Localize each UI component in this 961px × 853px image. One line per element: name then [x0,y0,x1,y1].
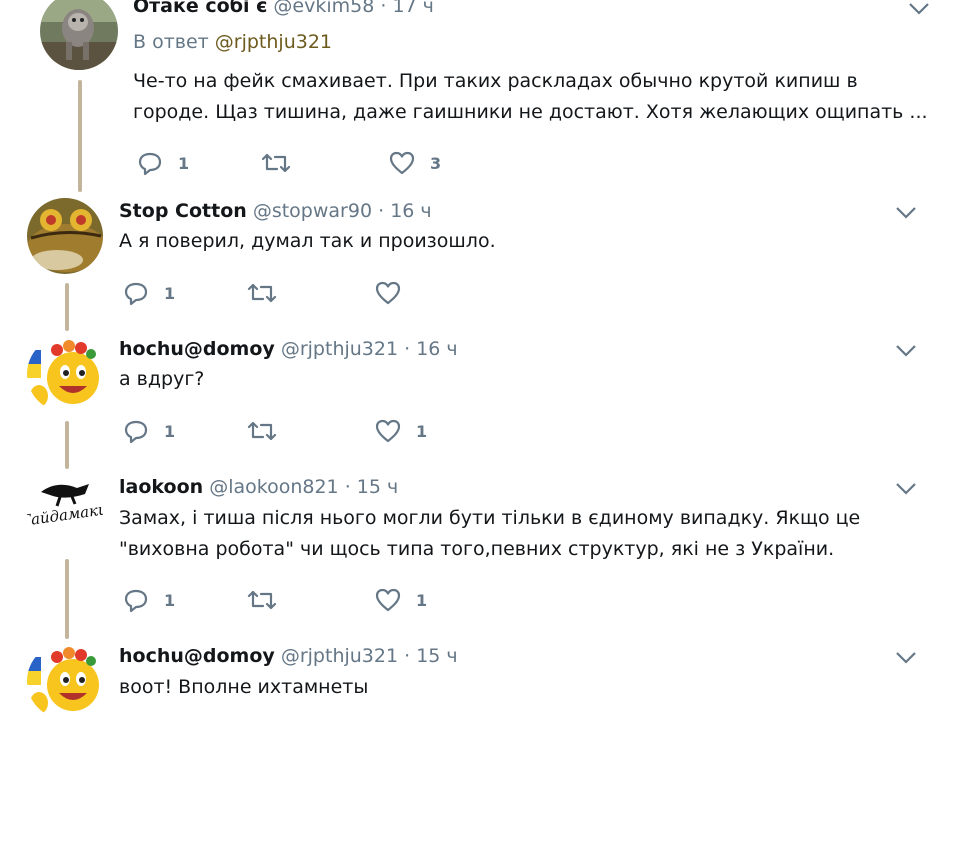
retweet-icon [247,421,277,441]
avatar[interactable] [27,643,103,719]
user-handle[interactable]: @laokoon821 [209,476,338,498]
like-button[interactable]: 1 [374,416,427,446]
like-count: 3 [430,153,442,173]
like-button[interactable] [374,278,402,308]
tweet-text: А я поверил, думал так и произошло. [119,226,496,257]
avatar[interactable]: Гайдамаки [27,474,103,550]
tweet-header: laokoon @laokoon821 · 15 ч [119,476,398,498]
tweet-text: а вдруг? [119,364,204,395]
tweet-header: Отаке собі є @evkim58 · 17 ч [133,0,434,17]
tweet-actions: 1 1 [122,416,522,446]
display-name[interactable]: hochu@domoy [119,338,275,360]
avatar[interactable] [27,336,103,412]
smiley-flag-avatar-icon [27,336,103,412]
heart-icon [375,419,401,443]
tweet-actions: 1 [122,278,522,308]
tweet-text: Замах, і тиша після нього могли бути тіл… [119,503,860,565]
heart-icon [375,281,401,305]
chevron-down-icon[interactable] [895,344,917,358]
reply-button[interactable]: 1 [122,278,175,308]
chevron-down-icon[interactable] [895,482,917,496]
timestamp[interactable]: 16 ч [416,338,457,360]
reply-icon [124,420,148,444]
separator: · [404,645,411,667]
tweet-text: Че-то на фейк смахивает. При таких раскл… [133,66,928,128]
like-button[interactable]: 1 [374,585,427,615]
reply-icon [124,589,148,613]
dog-photo-avatar-icon [40,0,118,70]
thread-line [78,80,82,192]
tweet-text-line: городе. Щаз тишина, даже гаишники не дос… [133,101,928,123]
heart-icon [375,588,401,612]
smiley-flag-avatar-icon [27,643,103,719]
chevron-down-icon[interactable] [895,651,917,665]
reply-icon [138,152,162,176]
reply-handle-link[interactable]: @rjpthju321 [215,31,332,53]
retweet-button[interactable] [260,148,292,178]
display-name[interactable]: hochu@domoy [119,645,275,667]
timestamp[interactable]: 17 ч [392,0,433,17]
display-name[interactable]: Stop Cotton [119,200,247,222]
reply-count: 1 [164,421,176,441]
reply-icon [124,282,148,306]
reply-context: В ответ @rjpthju321 [133,31,332,53]
tweet-text-line: А я поверил, думал так и произошло. [119,230,496,252]
tweet-text-line: а вдруг? [119,368,205,390]
like-count: 1 [416,421,428,441]
tweet-text: воот! Вполне ихтамнеты [119,672,368,703]
chevron-down-icon[interactable] [895,206,917,220]
tweet-text-line: воот! Вполне ихтамнеты [119,676,369,698]
user-handle[interactable]: @rjpthju321 [281,338,398,360]
tweet-actions: 1 1 [122,585,522,615]
reply-button[interactable]: 1 [122,585,175,615]
retweet-icon [247,590,277,610]
reply-button[interactable]: 1 [122,416,175,446]
reply-count: 1 [164,283,176,303]
tweet-header: Stop Cotton @stopwar90 · 16 ч [119,200,432,222]
thread-line [65,559,69,639]
tweet-text-line: Че-то на фейк смахивает. При таких раскл… [133,70,858,92]
timestamp[interactable]: 15 ч [416,645,457,667]
tweet-header: hochu@domoy @rjpthju321 · 16 ч [119,338,458,360]
retweet-button[interactable] [246,416,278,446]
separator: · [380,0,387,17]
reply-button[interactable]: 1 [136,148,189,178]
tweet-text-line: "виховна робота" чи щось типа того,певни… [119,538,835,560]
like-count: 1 [416,590,428,610]
gaydamaki-logo-avatar-icon: Гайдамаки [27,474,103,550]
separator: · [344,476,351,498]
reply-count: 1 [164,590,176,610]
chevron-down-icon[interactable] [908,2,930,16]
reply-label: В ответ [133,31,209,53]
thread-line [65,421,69,469]
like-button[interactable]: 3 [388,148,441,178]
retweet-icon [247,283,277,303]
avatar[interactable] [27,198,103,274]
timestamp[interactable]: 15 ч [357,476,398,498]
avatar[interactable] [40,0,118,70]
user-handle[interactable]: @rjpthju321 [281,645,398,667]
heart-icon [389,151,415,175]
reply-count: 1 [178,153,190,173]
retweet-button[interactable] [246,278,278,308]
tweet-text-line: Замах, і тиша після нього могли бути тіл… [119,507,861,529]
retweet-button[interactable] [246,585,278,615]
retweet-icon [261,153,291,173]
hypnotoad-avatar-icon [27,198,103,274]
separator: · [404,338,411,360]
tweet-actions: 1 3 [136,148,536,178]
display-name[interactable]: laokoon [119,476,203,498]
thread-line [65,283,69,331]
user-handle[interactable]: @evkim58 [273,0,374,17]
display-name[interactable]: Отаке собі є [133,0,267,17]
separator: · [378,200,385,222]
timestamp[interactable]: 16 ч [390,200,431,222]
user-handle[interactable]: @stopwar90 [253,200,372,222]
tweet-header: hochu@domoy @rjpthju321 · 15 ч [119,645,458,667]
